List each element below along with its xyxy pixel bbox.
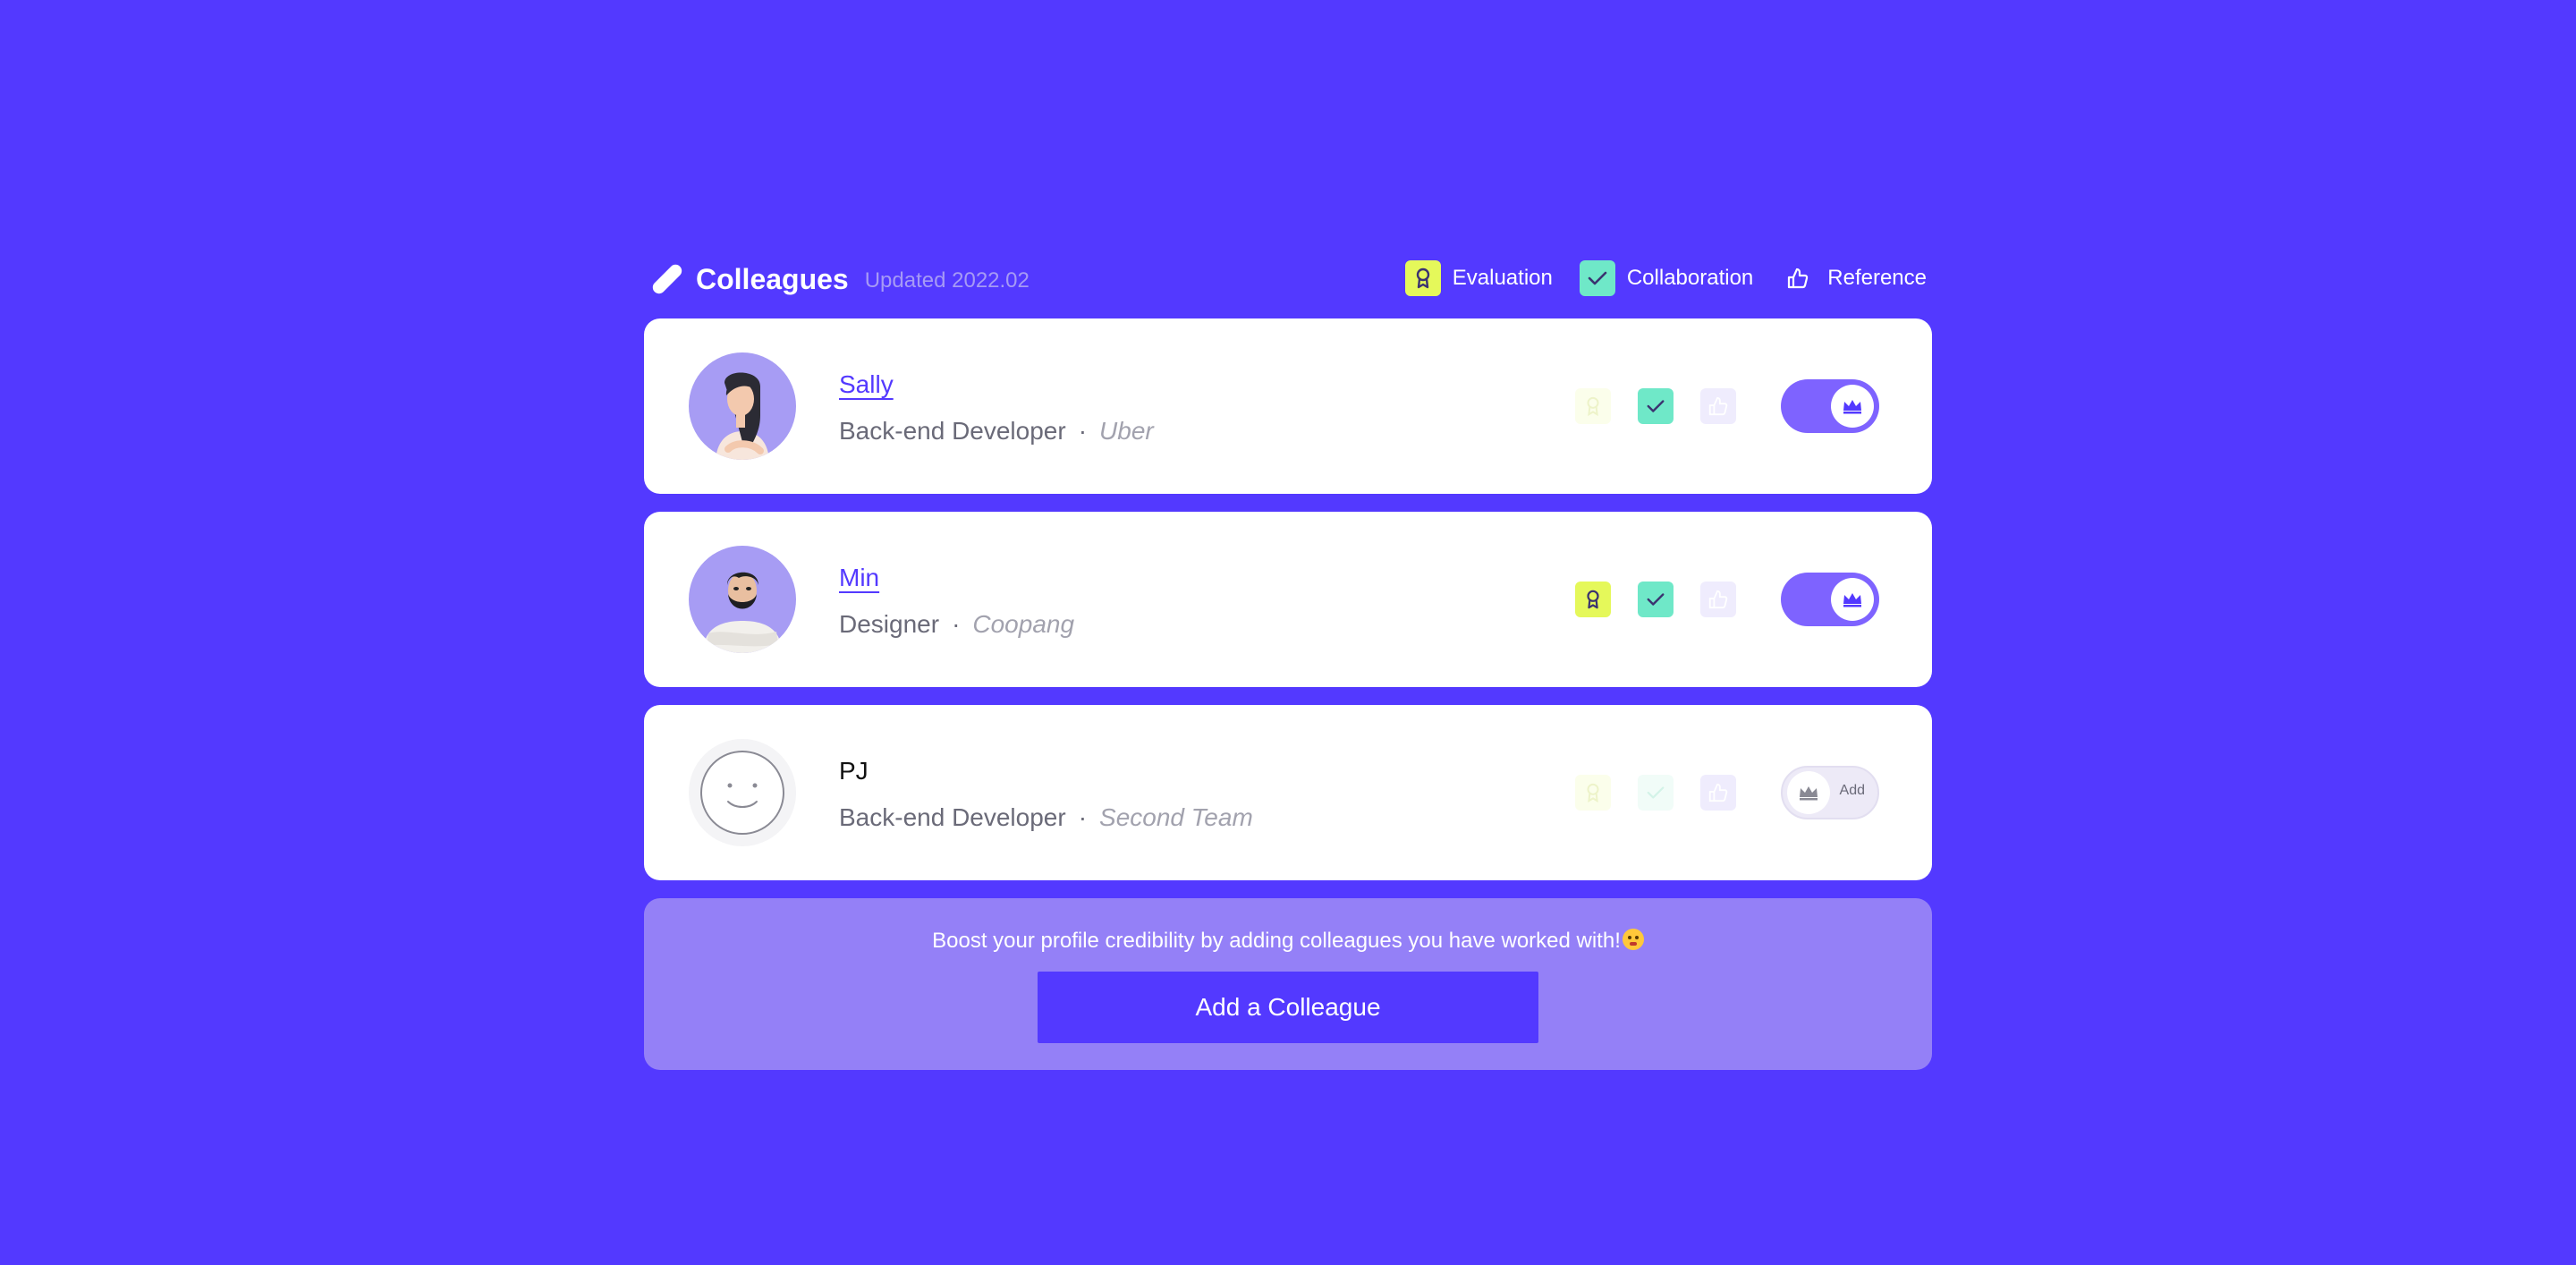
ribbon-icon[interactable] [1575,388,1611,424]
header-title-group: Colleagues Updated 2022.02 [651,258,1030,301]
ribbon-icon [1404,260,1441,296]
colleague-card: Sally Back-end Developer · Uber [644,318,1932,494]
crown-toggle[interactable]: Add [1781,766,1879,819]
legend-label: Reference [1827,266,1927,290]
thumbs-up-icon [1780,260,1816,296]
ribbon-icon[interactable] [1575,582,1611,617]
avatar [689,352,796,460]
colleague-name[interactable]: Sally [839,370,894,399]
legend-label: Collaboration [1626,266,1754,290]
pill-icon [652,264,682,294]
role-title: Back-end Developer [839,417,1066,445]
check-icon[interactable] [1638,582,1674,617]
company-name: Coopang [972,610,1075,638]
check-icon[interactable] [1638,775,1674,811]
toggle-label: Add [1839,783,1865,798]
crown-toggle[interactable] [1781,573,1879,626]
add-colleague-button[interactable]: Add a Colleague [1038,972,1538,1043]
legend-evaluation: Evaluation [1404,260,1553,296]
separator: · [952,610,961,638]
crown-icon [1787,771,1830,814]
smiley-placeholder-icon [689,739,796,846]
legend-reference: Reference [1780,260,1927,296]
separator: · [1078,803,1088,831]
colleague-role: Back-end Developer · Second Team [839,803,1253,832]
cta-message: Boost your profile credibility by adding… [932,929,1621,953]
cta-message-line: Boost your profile credibility by adding… [644,929,1932,954]
colleague-name[interactable]: PJ [839,757,869,785]
section-header: Colleagues Updated 2022.02 Evaluation Co… [644,250,1932,304]
badge-group [1575,582,1763,617]
legend-collaboration: Collaboration [1579,260,1754,296]
colleague-name[interactable]: Min [839,564,879,592]
thumbs-up-icon[interactable] [1700,388,1736,424]
updated-date: Updated 2022.02 [864,268,1030,293]
badge-group [1575,388,1763,424]
separator: · [1078,417,1088,445]
check-icon [1579,260,1615,296]
thumbs-up-icon[interactable] [1700,582,1736,617]
role-title: Designer [839,610,940,638]
emoji-icon [1622,929,1644,950]
crown-icon [1831,385,1874,428]
check-icon[interactable] [1638,388,1674,424]
thumbs-up-icon[interactable] [1700,775,1736,811]
colleague-card: PJ Back-end Developer · Second Team Add [644,705,1932,880]
colleague-role: Back-end Developer · Uber [839,417,1154,446]
badge-group [1575,775,1763,811]
crown-toggle[interactable] [1781,379,1879,433]
colleagues-section: Colleagues Updated 2022.02 Evaluation Co… [644,250,1932,1070]
colleague-card: Min Designer · Coopang [644,512,1932,687]
role-title: Back-end Developer [839,803,1066,831]
company-name: Uber [1099,417,1154,445]
add-colleague-panel: Boost your profile credibility by adding… [644,898,1932,1070]
colleague-role: Designer · Coopang [839,610,1074,639]
avatar [689,546,796,653]
page-title: Colleagues [696,262,849,295]
ribbon-icon[interactable] [1575,775,1611,811]
legend: Evaluation Collaboration Reference [1404,259,1927,297]
legend-label: Evaluation [1452,266,1553,290]
company-name: Second Team [1099,803,1253,831]
crown-icon [1831,578,1874,621]
